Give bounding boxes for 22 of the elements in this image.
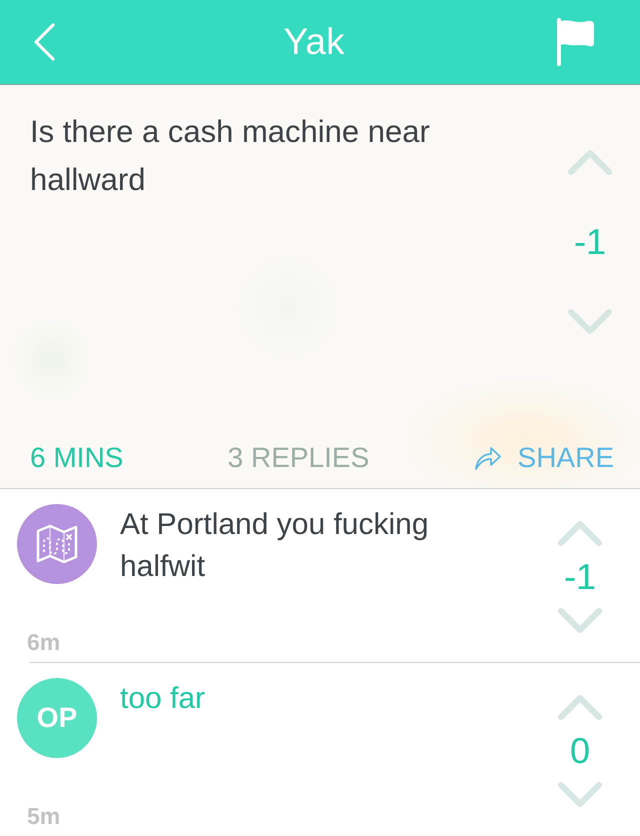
chevron-down-icon[interactable]: [566, 308, 614, 336]
chevron-down-icon[interactable]: [556, 781, 604, 809]
reply-text: too far: [120, 681, 206, 717]
chevron-up-icon[interactable]: [556, 693, 604, 721]
post-text: Is there a cash machine near hallward: [29, 113, 431, 199]
reply-time: 6m: [27, 628, 60, 656]
share-icon: [474, 445, 502, 471]
flag-icon[interactable]: [556, 17, 596, 67]
vote-count: -1: [574, 222, 606, 262]
reply-time: 5m: [27, 802, 60, 830]
chevron-up-icon[interactable]: [556, 519, 604, 547]
chevron-down-icon[interactable]: [556, 607, 604, 635]
op-avatar: OP: [17, 678, 97, 758]
chevron-up-icon[interactable]: [566, 148, 614, 176]
screen-title: Yak: [283, 20, 344, 64]
chevron-left-icon[interactable]: [32, 22, 56, 62]
share-button[interactable]: SHARE: [474, 441, 614, 475]
reply-count: 3 REPLIES: [228, 441, 370, 475]
reply-text: At Portland you fucking halfwit: [120, 507, 430, 585]
vote-count: -1: [564, 557, 596, 597]
vote-count: 0: [570, 731, 590, 771]
post-time: 6 MINS: [30, 441, 124, 475]
